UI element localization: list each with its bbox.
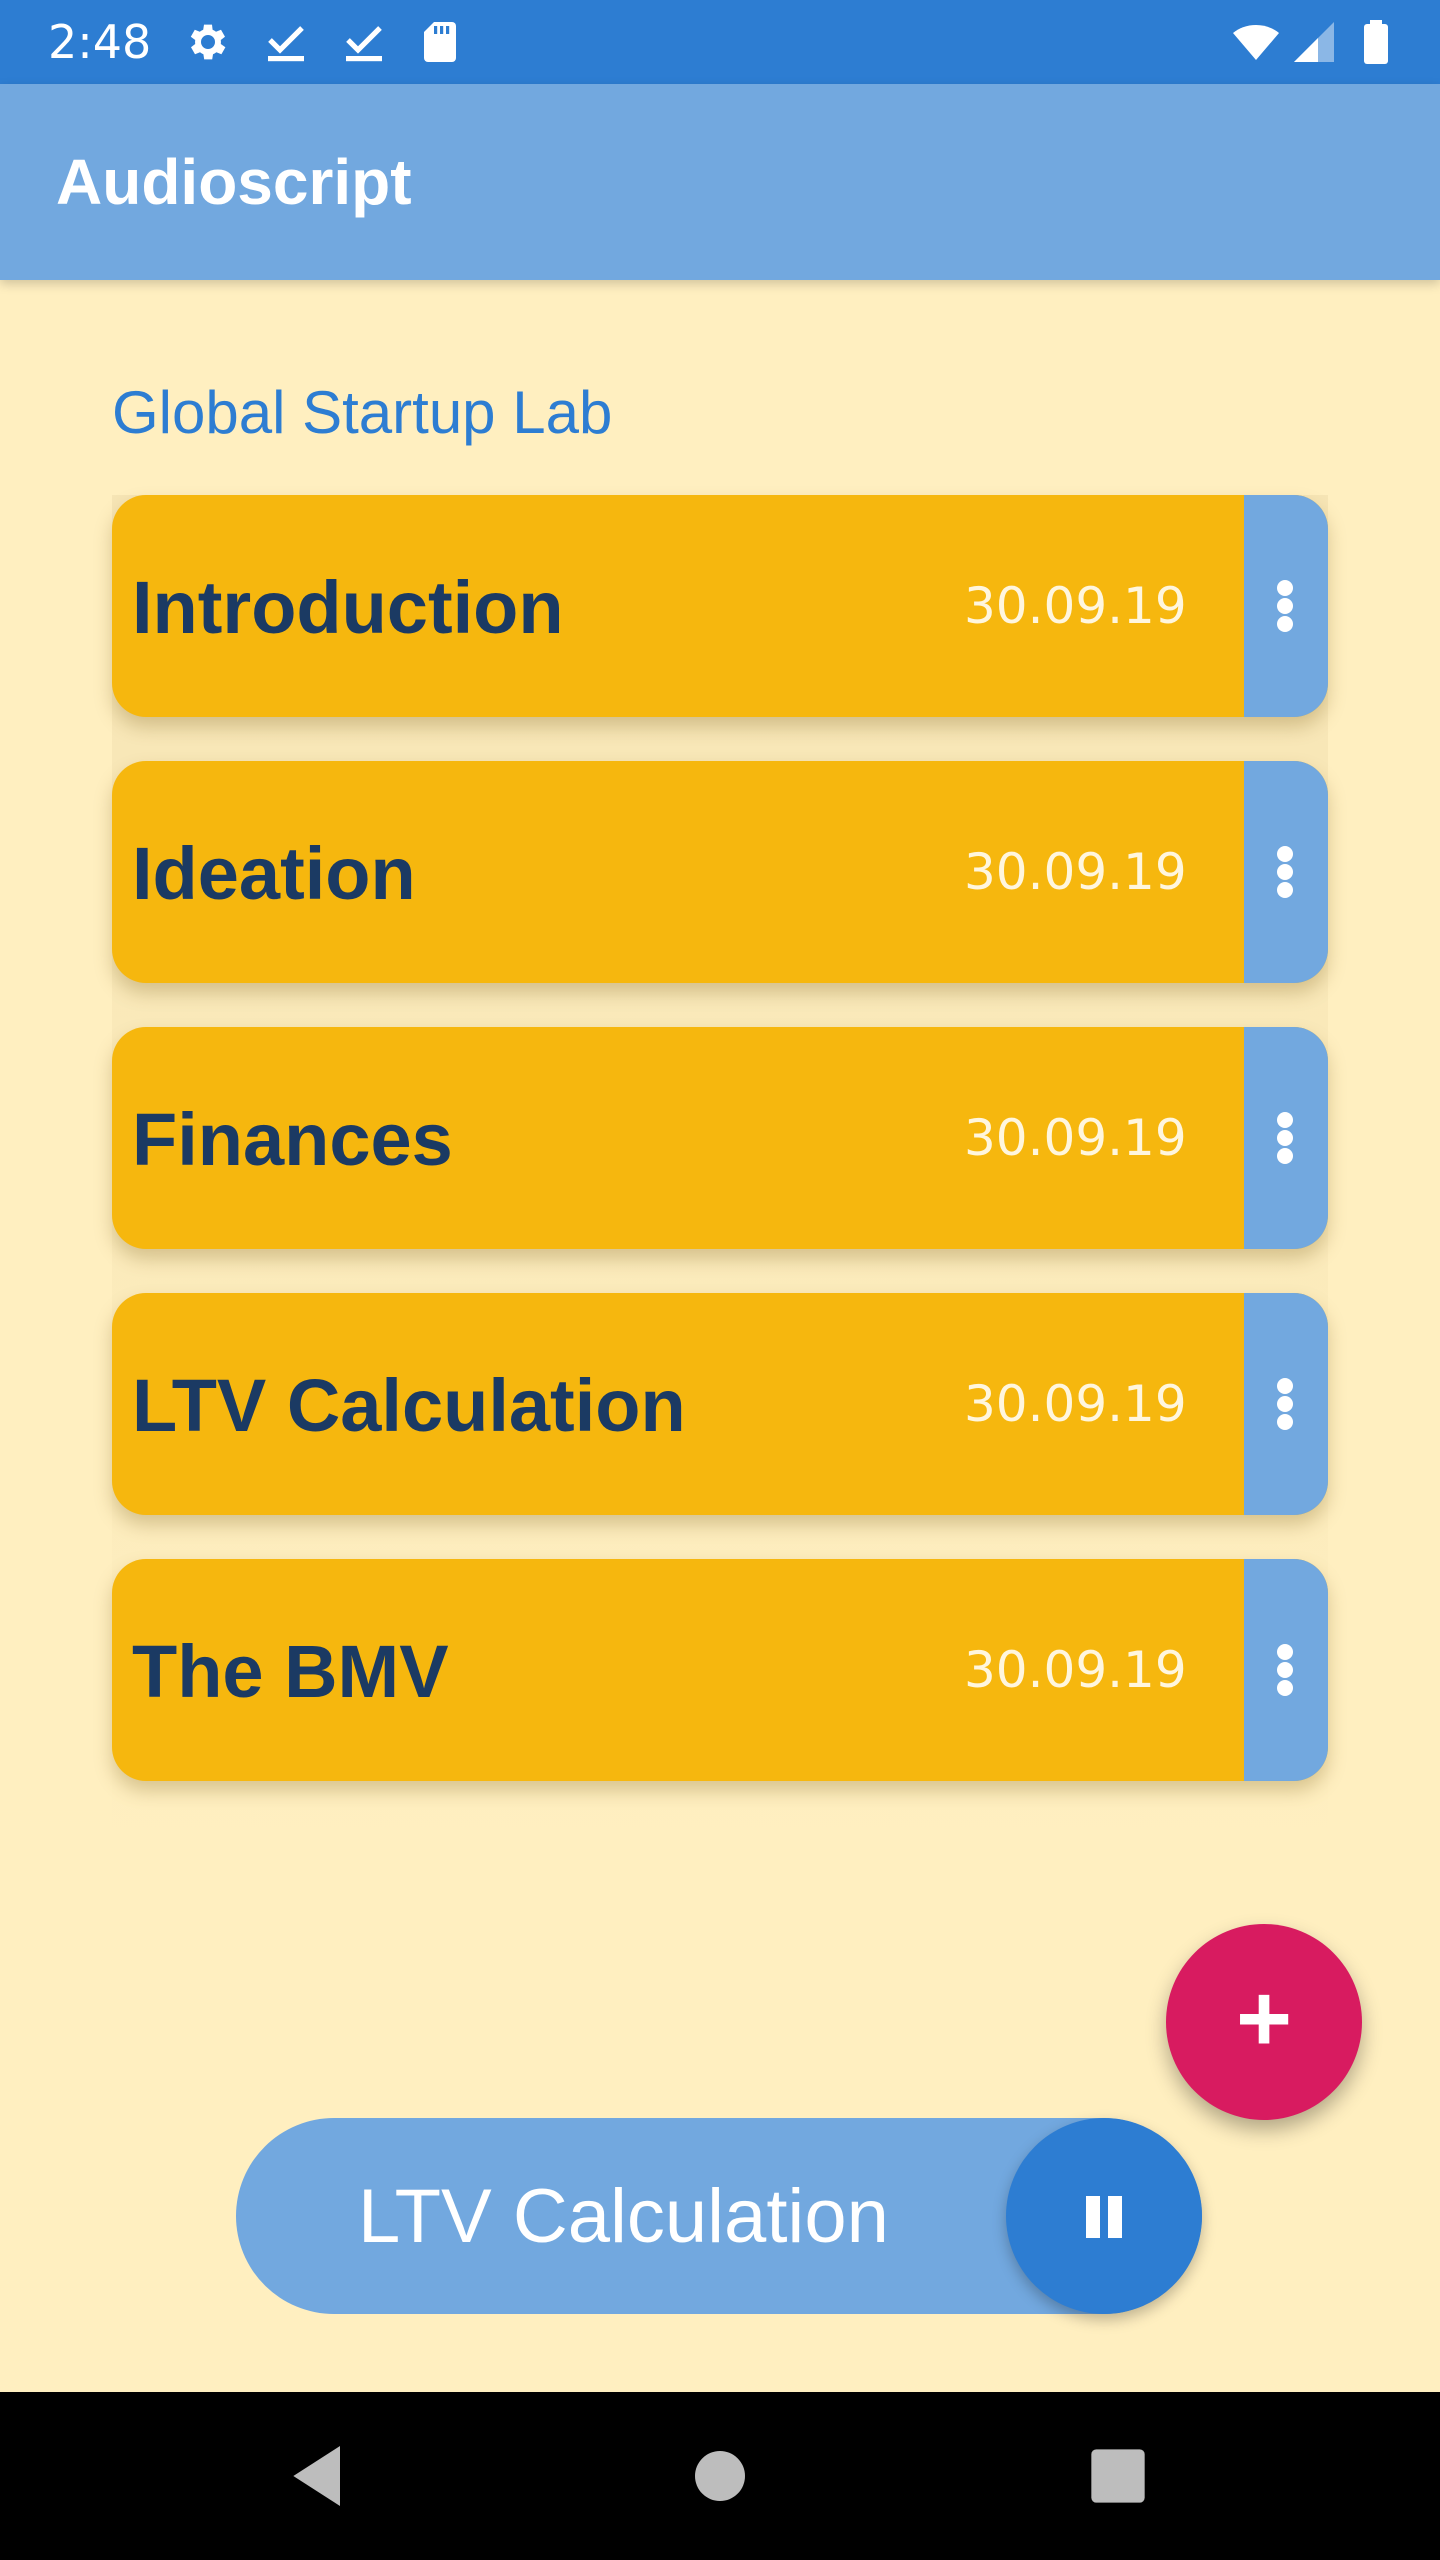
recording-title: Ideation: [132, 832, 416, 915]
recording-title: Finances: [132, 1098, 453, 1181]
pause-button[interactable]: [1006, 2118, 1202, 2314]
more-vert-icon: [1277, 1644, 1293, 1660]
check-download-icon: [268, 26, 304, 62]
more-vert-icon: [1277, 1112, 1293, 1128]
recording-card[interactable]: Introduction 30.09.19: [112, 495, 1328, 717]
more-options-button[interactable]: [1244, 1027, 1328, 1249]
more-vert-icon-dot: [1277, 1148, 1293, 1164]
more-vert-icon-dot: [1277, 598, 1293, 614]
more-vert-icon-dot: [1277, 616, 1293, 632]
more-vert-icon: [1277, 846, 1293, 862]
app-title: Audioscript: [56, 146, 412, 218]
more-vert-icon-dot: [1277, 864, 1293, 880]
recents-icon[interactable]: [1078, 2436, 1158, 2516]
status-time: 2:48: [48, 15, 152, 69]
recording-card[interactable]: Ideation 30.09.19: [112, 761, 1328, 983]
home-icon[interactable]: [680, 2436, 760, 2516]
recording-date: 30.09.19: [964, 577, 1187, 635]
plus-icon: +: [1235, 1965, 1293, 2072]
recording-title: LTV Calculation: [132, 1364, 686, 1447]
recording-list: Introduction 30.09.19 Ideation 30.09.19 …: [112, 495, 1328, 1865]
more-vert-icon: [1277, 1378, 1293, 1394]
signal-icon: [1294, 22, 1334, 62]
recording-card[interactable]: The BMV 30.09.19: [112, 1559, 1328, 1781]
add-recording-button[interactable]: +: [1166, 1924, 1362, 2120]
recording-date: 30.09.19: [964, 1641, 1187, 1699]
recording-title: Introduction: [132, 566, 564, 649]
more-options-button[interactable]: [1244, 1293, 1328, 1515]
back-icon[interactable]: [280, 2436, 360, 2516]
app-bar: Audioscript: [0, 84, 1440, 280]
sd-card-icon: [424, 22, 456, 62]
recording-card[interactable]: LTV Calculation 30.09.19: [112, 1293, 1328, 1515]
more-vert-icon: [1277, 580, 1293, 596]
now-playing-bar[interactable]: LTV Calculation: [236, 2118, 1202, 2314]
status-bar: 2:48: [0, 0, 1440, 84]
more-vert-icon-dot: [1277, 1396, 1293, 1412]
recording-date: 30.09.19: [964, 843, 1187, 901]
more-vert-icon-dot: [1277, 1662, 1293, 1678]
now-playing-title: LTV Calculation: [358, 2174, 889, 2259]
navigation-bar: [0, 2392, 1440, 2560]
more-options-button[interactable]: [1244, 761, 1328, 983]
recording-date: 30.09.19: [964, 1375, 1187, 1433]
more-vert-icon-dot: [1277, 1414, 1293, 1430]
more-options-button[interactable]: [1244, 495, 1328, 717]
more-options-button[interactable]: [1244, 1559, 1328, 1781]
recording-title: The BMV: [132, 1630, 449, 1713]
more-vert-icon-dot: [1277, 1680, 1293, 1696]
settings-icon: [190, 24, 226, 60]
recording-card[interactable]: Finances 30.09.19: [112, 1027, 1328, 1249]
pause-icon-bar: [1108, 2196, 1122, 2238]
pause-icon: [1086, 2196, 1100, 2238]
wifi-icon: [1233, 25, 1279, 60]
battery-icon: [1364, 20, 1388, 64]
more-vert-icon-dot: [1277, 1130, 1293, 1146]
check-download-icon: [346, 26, 382, 62]
section-title: Global Startup Lab: [112, 379, 613, 446]
audioscript-screen: 2:48 Audioscript Global Startup Lab Intr…: [0, 0, 1440, 2560]
more-vert-icon-dot: [1277, 882, 1293, 898]
recording-date: 30.09.19: [964, 1109, 1187, 1167]
